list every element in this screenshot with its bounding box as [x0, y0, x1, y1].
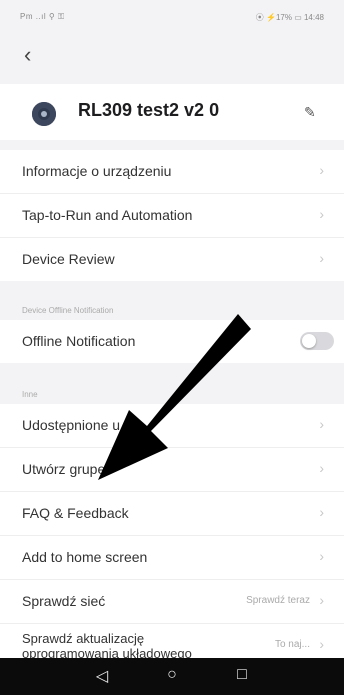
menu-item-shared[interactable]: Udostępnione u ›: [0, 404, 344, 448]
back-arrow-icon[interactable]: ‹: [24, 42, 50, 68]
menu-item-check-network[interactable]: Sprawdź sieć Sprawdź teraz ›: [0, 580, 344, 624]
offline-notification-toggle[interactable]: [300, 332, 334, 350]
menu-item-label: Add to home screen: [22, 549, 148, 565]
menu-item-device-info[interactable]: Informacje o urządzeniu ›: [0, 150, 344, 194]
toggle-knob: [302, 334, 316, 348]
chevron-right-icon: ›: [319, 250, 324, 266]
status-left: Pm ..ıl ⚲ ⚿: [20, 12, 65, 21]
section-offline: Offline Notification: [0, 320, 344, 363]
other-section-caption: Inne: [22, 390, 38, 399]
device-name: RL309 test2 v2 0: [78, 100, 220, 120]
chevron-right-icon: ›: [319, 592, 324, 608]
menu-item-label: Sprawdź sieć: [22, 593, 106, 609]
menu-item-add-home-screen[interactable]: Add to home screen ›: [0, 536, 344, 580]
chevron-right-icon: ›: [319, 504, 324, 520]
menu-item-label: FAQ & Feedback: [22, 505, 129, 521]
chevron-right-icon: ›: [319, 206, 324, 222]
menu-item-tap-to-run[interactable]: Tap-to-Run and Automation ›: [0, 194, 344, 238]
nav-home-icon[interactable]: ○: [160, 666, 184, 684]
device-header: RL309 test2 v2 0 ✎: [0, 84, 344, 140]
chevron-right-icon: ›: [319, 416, 324, 432]
chevron-right-icon: ›: [319, 162, 324, 178]
status-right: ⦿ ⚡17% ▭ 14:48: [255, 13, 324, 22]
nav-recents-icon[interactable]: □: [230, 666, 254, 684]
firmware-update-value: To naj...: [274, 639, 310, 650]
check-network-value: Sprawdź teraz: [246, 595, 310, 606]
menu-item-label: Tap-to-Run and Automation: [22, 207, 193, 223]
section-other: Udostępnione u › Utwórz grupę › FAQ & Fe…: [0, 404, 344, 674]
menu-item-label: Informacje o urządzeniu: [22, 163, 172, 179]
chevron-right-icon: ›: [319, 460, 324, 476]
chevron-right-icon: ›: [319, 636, 324, 652]
pencil-icon[interactable]: ✎: [304, 104, 320, 120]
status-bar: Pm ..ıl ⚲ ⚿ ⦿ ⚡17% ▭ 14:48: [0, 0, 344, 38]
menu-item-label: Udostępnione u: [22, 417, 121, 433]
menu-item-faq-feedback[interactable]: FAQ & Feedback ›: [0, 492, 344, 536]
section-main: Informacje o urządzeniu › Tap-to-Run and…: [0, 150, 344, 281]
menu-item-label: Utwórz grupę: [22, 461, 106, 477]
offline-notification-row: Offline Notification: [0, 320, 344, 363]
device-avatar: [32, 102, 56, 126]
menu-item-label: Sprawdź aktualizację oprogramowania ukła…: [22, 631, 192, 661]
menu-item-device-review[interactable]: Device Review ›: [0, 238, 344, 281]
system-nav-bar: ◁ ○ □: [0, 658, 344, 695]
offline-notification-label: Offline Notification: [22, 333, 136, 349]
menu-item-create-group[interactable]: Utwórz grupę ›: [0, 448, 344, 492]
offline-section-caption: Device Offline Notification: [22, 306, 114, 315]
menu-item-label: Device Review: [22, 251, 115, 267]
chevron-right-icon: ›: [319, 548, 324, 564]
nav-back-icon[interactable]: ◁: [90, 666, 114, 686]
